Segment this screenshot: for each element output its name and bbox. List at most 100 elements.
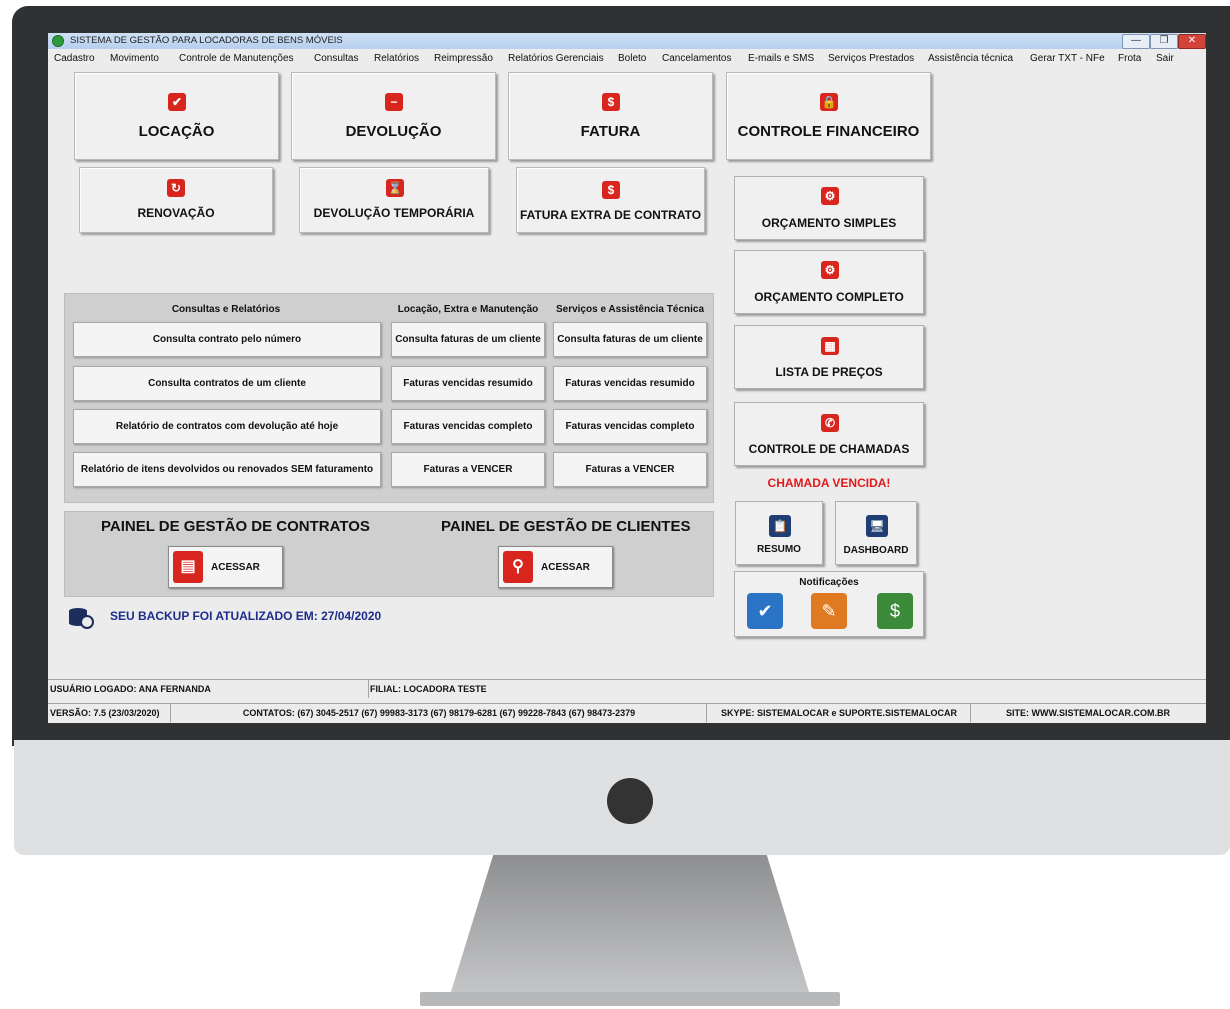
menu-relatorios[interactable]: Relatórios <box>374 50 419 68</box>
menu-frota[interactable]: Frota <box>1118 50 1141 68</box>
close-button[interactable]: ✕ <box>1178 34 1206 49</box>
document-money-icon[interactable]: $ <box>877 593 913 629</box>
menu-controle-manutencoes[interactable]: Controle de Manutenções <box>179 50 294 68</box>
resumo-button[interactable]: 📋 RESUMO <box>735 501 823 565</box>
lista-precos-button[interactable]: ▦ LISTA DE PREÇOS <box>734 325 924 389</box>
contract-document-icon: ▤ <box>173 551 203 583</box>
menu-cadastro[interactable]: Cadastro <box>54 50 95 68</box>
painel-clientes-acessar-label: ACESSAR <box>541 562 590 573</box>
locacao-button[interactable]: ✔ LOCAÇÃO <box>74 72 279 160</box>
status-bar-info: VERSÃO: 7.5 (23/03/2020) CONTATOS: (67) … <box>48 703 1206 722</box>
reports-panel: Consultas e Relatórios Locação, Extra e … <box>64 293 714 503</box>
dashboard-label: DASHBOARD <box>843 545 909 556</box>
monitor-button <box>607 778 653 824</box>
reports-header-servicos: Serviços e Assistência Técnica <box>555 304 705 315</box>
renovacao-label: RENOVAÇÃO <box>137 206 215 220</box>
locacao-faturas-a-vencer-button[interactable]: Faturas a VENCER <box>391 452 545 487</box>
status-bar-user: USUÁRIO LOGADO: ANA FERNANDA FILIAL: LOC… <box>48 679 1206 698</box>
monitor-stand <box>450 855 810 995</box>
controle-financeiro-label: CONTROLE FINANCEIRO <box>737 123 920 140</box>
management-panels: PAINEL DE GESTÃO DE CONTRATOS PAINEL DE … <box>64 511 714 597</box>
locacao-consulta-faturas-button[interactable]: Consulta faturas de um cliente <box>391 322 545 357</box>
painel-contratos-acessar-button[interactable]: ▤ ACESSAR <box>168 546 283 588</box>
renew-icon: ↻ <box>167 179 185 197</box>
minimize-button[interactable]: — <box>1122 34 1150 49</box>
controle-chamadas-button[interactable]: ✆ CONTROLE DE CHAMADAS <box>734 402 924 466</box>
fatura-extra-button[interactable]: $ FATURA EXTRA DE CONTRATO <box>516 167 705 233</box>
notifications-title: Notificações <box>799 577 859 588</box>
phone-icon: ✆ <box>821 414 839 432</box>
title-bar: SISTEMA DE GESTÃO PARA LOCADORAS DE BENS… <box>48 33 1206 49</box>
controle-chamadas-label: CONTROLE DE CHAMADAS <box>748 442 910 456</box>
gear-icon: ⚙ <box>821 187 839 205</box>
renovacao-button[interactable]: ↻ RENOVAÇÃO <box>79 167 273 233</box>
menu-boleto[interactable]: Boleto <box>618 50 646 68</box>
app-window: SISTEMA DE GESTÃO PARA LOCADORAS DE BENS… <box>48 33 1206 723</box>
menu-relatorios-gerenciais[interactable]: Relatórios Gerenciais <box>508 50 604 68</box>
menu-consultas[interactable]: Consultas <box>314 50 358 68</box>
calculator-icon: ▦ <box>821 337 839 355</box>
painel-contratos-acessar-label: ACESSAR <box>211 562 260 573</box>
chamada-vencida-alert: CHAMADA VENCIDA! <box>767 476 891 490</box>
lista-precos-label: LISTA DE PREÇOS <box>775 365 883 379</box>
site-text: SITE: WWW.SISTEMALOCAR.COM.BR <box>1006 708 1170 718</box>
maximize-button[interactable]: ❐ <box>1150 34 1178 49</box>
menu-emails-sms[interactable]: E-mails e SMS <box>748 50 814 68</box>
orcamento-completo-button[interactable]: ⚙ ORÇAMENTO COMPLETO <box>734 250 924 314</box>
locacao-label: LOCAÇÃO <box>138 123 215 140</box>
menu-sair[interactable]: Sair <box>1156 50 1174 68</box>
reports-header-locacao: Locação, Extra e Manutenção <box>397 304 539 315</box>
devolucao-button[interactable]: − DEVOLUÇÃO <box>291 72 496 160</box>
servicos-faturas-a-vencer-button[interactable]: Faturas a VENCER <box>553 452 707 487</box>
logged-user-text: USUÁRIO LOGADO: ANA FERNANDA <box>48 680 369 698</box>
menu-reimpressao[interactable]: Reimpressão <box>434 50 493 68</box>
fatura-extra-label: FATURA EXTRA DE CONTRATO <box>519 208 702 222</box>
fatura-label: FATURA <box>580 123 641 140</box>
version-text: VERSÃO: 7.5 (23/03/2020) <box>48 704 171 722</box>
painel-clientes-title: PAINEL DE GESTÃO DE CLIENTES <box>441 518 691 535</box>
resumo-label: RESUMO <box>757 544 801 555</box>
document-edit-icon[interactable]: ✎ <box>811 593 847 629</box>
devolucao-temporaria-label: DEVOLUÇÃO TEMPORÁRIA <box>313 206 475 220</box>
dollar-icon: $ <box>602 181 620 199</box>
app-icon <box>52 35 64 47</box>
servicos-consulta-faturas-button[interactable]: Consulta faturas de um cliente <box>553 322 707 357</box>
skype-text: SKYPE: SISTEMALOCAR e SUPORTE.SISTEMALOC… <box>708 704 971 722</box>
database-backup-icon <box>69 608 94 629</box>
menu-movimento[interactable]: Movimento <box>110 50 159 68</box>
clipboard-icon: 📋 <box>769 515 791 537</box>
fatura-button[interactable]: $ FATURA <box>508 72 713 160</box>
controle-financeiro-button[interactable]: 🔒 CONTROLE FINANCEIRO <box>726 72 931 160</box>
menu-cancelamentos[interactable]: Cancelamentos <box>662 50 731 68</box>
relatorio-contratos-devolucao-button[interactable]: Relatório de contratos com devolução até… <box>73 409 381 444</box>
servicos-faturas-vencidas-resumido-button[interactable]: Faturas vencidas resumido <box>553 366 707 401</box>
contacts-text: CONTATOS: (67) 3045-2517 (67) 99983-3173… <box>172 704 707 722</box>
menu-bar: Cadastro Movimento Controle de Manutençõ… <box>48 50 1206 68</box>
filial-text: FILIAL: LOCADORA TESTE <box>370 684 487 694</box>
document-check-icon[interactable]: ✔ <box>747 593 783 629</box>
menu-assistencia-tecnica[interactable]: Assistência técnica <box>928 50 1013 68</box>
orcamento-simples-label: ORÇAMENTO SIMPLES <box>761 216 897 230</box>
devolucao-label: DEVOLUÇÃO <box>345 123 442 140</box>
relatorio-itens-sem-faturamento-button[interactable]: Relatório de itens devolvidos ou renovad… <box>73 452 381 487</box>
checkbox-icon: ✔ <box>168 93 186 111</box>
dollar-icon: $ <box>602 93 620 111</box>
menu-gerar-txt-nfe[interactable]: Gerar TXT - NFe <box>1030 50 1105 68</box>
locacao-faturas-vencidas-resumido-button[interactable]: Faturas vencidas resumido <box>391 366 545 401</box>
reports-header-consultas: Consultas e Relatórios <box>171 304 281 315</box>
menu-servicos-prestados[interactable]: Serviços Prestados <box>828 50 914 68</box>
painel-contratos-title: PAINEL DE GESTÃO DE CONTRATOS <box>101 518 370 535</box>
backup-status-text: SEU BACKUP FOI ATUALIZADO EM: 27/04/2020 <box>110 609 382 623</box>
consulta-contrato-numero-button[interactable]: Consulta contrato pelo número <box>73 322 381 357</box>
window-title: SISTEMA DE GESTÃO PARA LOCADORAS DE BENS… <box>70 35 343 46</box>
painel-clientes-acessar-button[interactable]: ⚲ ACESSAR <box>498 546 613 588</box>
gear-icon: ⚙ <box>821 261 839 279</box>
orcamento-completo-label: ORÇAMENTO COMPLETO <box>754 290 904 304</box>
dashboard-button[interactable]: 🖥 DASHBOARD <box>835 501 917 565</box>
monitor-icon: 🖥 <box>866 515 888 537</box>
locacao-faturas-vencidas-completo-button[interactable]: Faturas vencidas completo <box>391 409 545 444</box>
servicos-faturas-vencidas-completo-button[interactable]: Faturas vencidas completo <box>553 409 707 444</box>
consulta-contratos-cliente-button[interactable]: Consulta contratos de um cliente <box>73 366 381 401</box>
orcamento-simples-button[interactable]: ⚙ ORÇAMENTO SIMPLES <box>734 176 924 240</box>
devolucao-temporaria-button[interactable]: ⌛ DEVOLUÇÃO TEMPORÁRIA <box>299 167 489 233</box>
